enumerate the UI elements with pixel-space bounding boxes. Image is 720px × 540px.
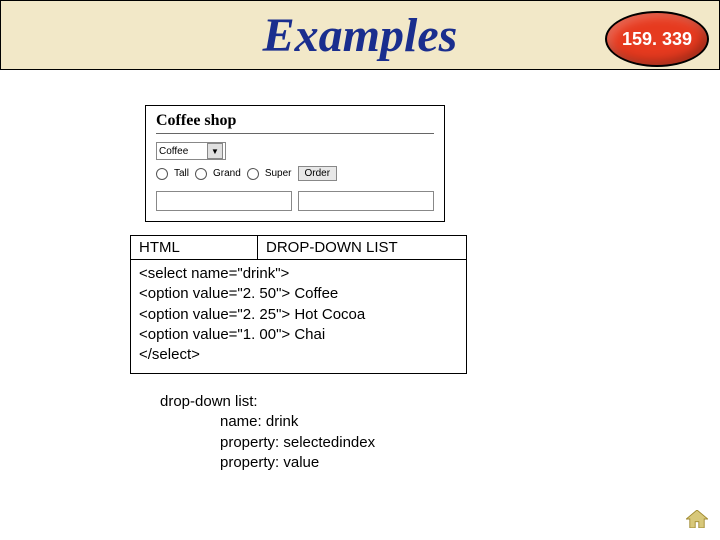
slide-number-badge: 159. 339 — [605, 11, 709, 67]
radio-label-grand: Grand — [213, 168, 241, 179]
divider — [156, 133, 434, 134]
code-header-right: DROP-DOWN LIST — [258, 236, 466, 259]
code-box: HTML DROP-DOWN LIST <select name="drink"… — [130, 235, 467, 374]
badge-text: 159. 339 — [622, 29, 692, 50]
form-row-radios: Tall Grand Super Order — [156, 166, 434, 181]
radio-super[interactable] — [247, 168, 259, 180]
code-line: <option value="2. 25"> Hot Cocoa — [139, 305, 458, 325]
form-heading: Coffee shop — [156, 112, 434, 130]
text-input-2[interactable] — [298, 191, 434, 211]
code-line: </select> — [139, 345, 458, 365]
order-button[interactable]: Order — [298, 166, 338, 181]
notes-line: name: drink — [160, 412, 375, 432]
notes-block: drop-down list: name: drink property: se… — [160, 392, 375, 473]
notes-line: drop-down list: — [160, 392, 375, 412]
home-icon[interactable] — [686, 510, 708, 528]
radio-tall[interactable] — [156, 168, 168, 180]
radio-grand[interactable] — [195, 168, 207, 180]
notes-line: property: selectedindex — [160, 433, 375, 453]
dropdown-value: Coffee — [159, 146, 188, 157]
slide-title: Examples — [263, 8, 458, 63]
form-row-dropdown: Coffee ▼ — [156, 142, 434, 160]
notes-line: property: value — [160, 453, 375, 473]
drink-dropdown[interactable]: Coffee ▼ — [156, 142, 226, 160]
code-header: HTML DROP-DOWN LIST — [131, 236, 466, 260]
code-line: <option value="1. 00"> Chai — [139, 325, 458, 345]
chevron-down-icon: ▼ — [207, 143, 223, 159]
radio-label-super: Super — [265, 168, 292, 179]
code-body: <select name="drink"> <option value="2. … — [131, 260, 466, 373]
title-bar: Examples 159. 339 — [0, 0, 720, 70]
code-line: <option value="2. 50"> Coffee — [139, 284, 458, 304]
code-header-left: HTML — [131, 236, 258, 259]
code-line: <select name="drink"> — [139, 264, 458, 284]
text-input-1[interactable] — [156, 191, 292, 211]
coffee-form: Coffee shop Coffee ▼ Tall Grand Super Or… — [145, 105, 445, 222]
radio-label-tall: Tall — [174, 168, 189, 179]
form-row-textfields — [156, 191, 434, 211]
